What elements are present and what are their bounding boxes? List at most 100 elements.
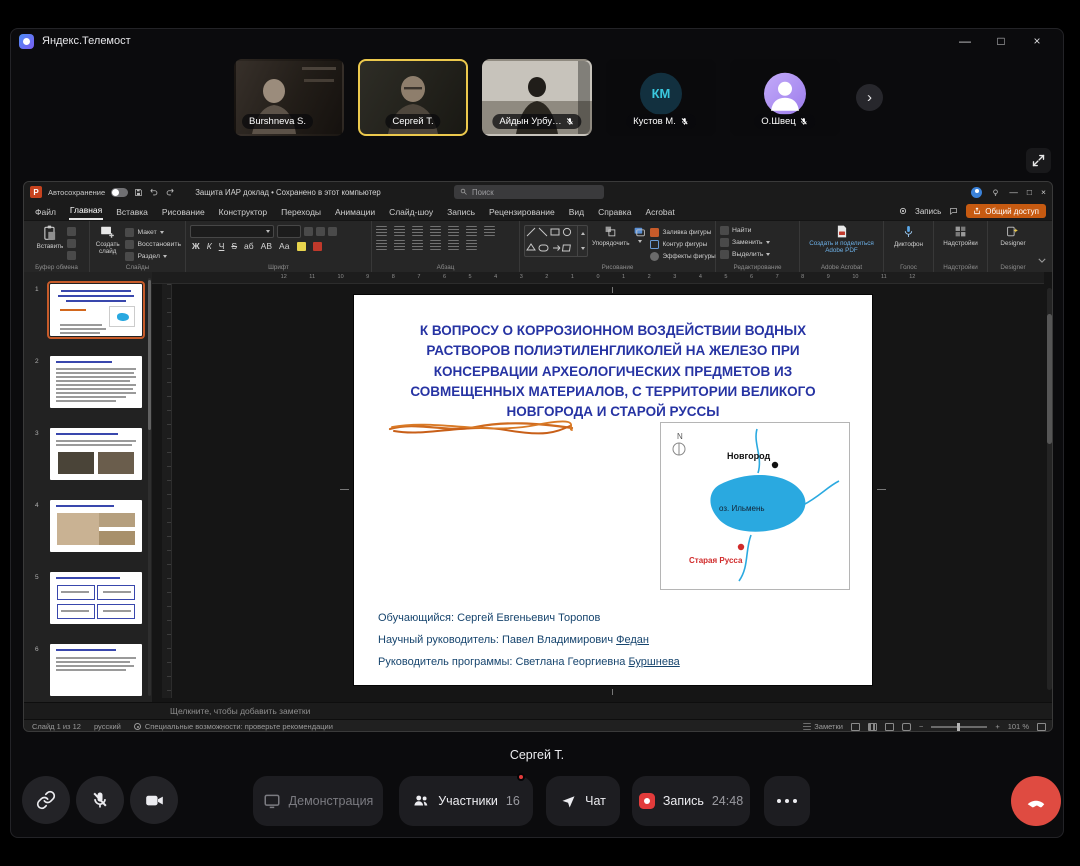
shape-effects-button[interactable]: Эффекты фигуры <box>650 251 715 262</box>
copy-icon[interactable] <box>67 239 76 248</box>
expand-share-button[interactable] <box>1026 148 1051 173</box>
shape-outline-button[interactable]: Контур фигуры <box>650 239 715 250</box>
camera-button[interactable] <box>130 776 178 824</box>
character-spacing-button[interactable]: АВ <box>261 241 272 251</box>
participant-tile[interactable]: Burshneva S. <box>234 59 344 136</box>
align-text-icon[interactable] <box>484 226 495 236</box>
tab-home[interactable]: Главная <box>69 202 103 220</box>
find-button[interactable]: Найти <box>720 225 751 236</box>
notes-pane[interactable]: Щелкните, чтобы добавить заметки <box>24 702 1053 719</box>
line-spacing-icon[interactable] <box>448 226 459 236</box>
underline-button[interactable]: Ч <box>219 241 225 251</box>
format-painter-icon[interactable] <box>67 251 76 260</box>
close-button[interactable]: × <box>1019 29 1055 53</box>
copy-link-button[interactable] <box>22 776 70 824</box>
italic-button[interactable]: К <box>207 241 212 251</box>
shape-fill-button[interactable]: Заливка фигуры <box>650 227 715 238</box>
participant-tile[interactable]: КМ Кустов М. <box>606 59 716 136</box>
zoom-in-button[interactable]: + <box>995 722 999 731</box>
maximize-button[interactable]: □ <box>983 29 1019 53</box>
menubar-record-button[interactable]: Запись <box>915 207 941 216</box>
highlight-color-button[interactable] <box>297 242 306 251</box>
tab-draw[interactable]: Рисование <box>161 204 206 220</box>
autosave-toggle[interactable] <box>111 188 128 197</box>
record-button[interactable]: Запись 24:48 <box>632 776 750 826</box>
tab-insert[interactable]: Вставка <box>115 204 149 220</box>
tab-slideshow[interactable]: Слайд-шоу <box>388 204 434 220</box>
zoom-slider[interactable] <box>931 726 987 728</box>
text-shadow-button[interactable]: аб <box>244 241 254 251</box>
microphone-button[interactable] <box>76 776 124 824</box>
screen-share-button[interactable]: Демонстрация <box>253 776 383 826</box>
minimize-button[interactable]: — <box>947 29 983 53</box>
next-participants-button[interactable]: › <box>856 84 883 111</box>
indent-increase-icon[interactable] <box>430 226 441 236</box>
fit-to-window-icon[interactable] <box>1037 723 1046 731</box>
smartart-convert-icon[interactable] <box>466 240 477 250</box>
zoom-out-button[interactable]: − <box>919 722 923 731</box>
participants-button[interactable]: Участники 16 <box>399 776 533 826</box>
align-right-icon[interactable] <box>412 240 423 250</box>
columns-icon[interactable] <box>448 240 459 250</box>
slide-thumbnail[interactable] <box>50 356 142 408</box>
tab-animations[interactable]: Анимации <box>334 204 376 220</box>
shapes-gallery[interactable] <box>524 225 588 257</box>
indent-decrease-icon[interactable] <box>412 226 423 236</box>
panel-scrollbar[interactable] <box>148 278 151 696</box>
layout-button[interactable]: Макет <box>125 227 181 238</box>
save-icon[interactable] <box>134 188 143 197</box>
paste-button[interactable]: Вставить <box>37 225 64 250</box>
addins-button[interactable]: Надстройки <box>943 225 978 247</box>
font-size-select[interactable] <box>277 225 301 238</box>
slide-sorter-view-icon[interactable] <box>868 723 877 731</box>
change-case-button[interactable]: Аа <box>279 241 290 251</box>
numbering-icon[interactable] <box>394 226 405 236</box>
bullets-icon[interactable] <box>376 226 387 236</box>
bold-button[interactable]: Ж <box>192 241 200 251</box>
clear-formatting-icon[interactable] <box>328 227 337 236</box>
slide-thumbnail[interactable] <box>50 500 142 552</box>
collapse-ribbon-icon[interactable] <box>1038 258 1046 263</box>
tab-help[interactable]: Справка <box>597 204 632 220</box>
search-input[interactable]: Поиск <box>454 185 604 199</box>
grow-font-icon[interactable] <box>304 227 313 236</box>
tab-file[interactable]: Файл <box>34 204 57 220</box>
tab-transitions[interactable]: Переходы <box>280 204 322 220</box>
slide-thumbnail[interactable] <box>50 284 142 336</box>
tab-design[interactable]: Конструктор <box>218 204 268 220</box>
new-slide-button[interactable]: Создать слайд <box>94 225 121 255</box>
align-center-icon[interactable] <box>394 240 405 250</box>
ppt-minimize-button[interactable]: — <box>1009 187 1018 197</box>
slide-thumbnail[interactable] <box>50 428 142 480</box>
participant-tile[interactable]: О.Швец <box>730 59 840 136</box>
lamp-icon[interactable] <box>991 188 1000 197</box>
ppt-close-button[interactable]: × <box>1041 187 1046 197</box>
accessibility-check[interactable]: Специальные возможности: проверьте реком… <box>134 722 333 731</box>
participant-tile-active-speaker[interactable]: Сергей Т. <box>358 59 468 136</box>
quick-styles-button[interactable] <box>633 225 646 243</box>
font-color-button[interactable] <box>313 242 322 251</box>
normal-view-icon[interactable] <box>851 723 860 731</box>
shrink-font-icon[interactable] <box>316 227 325 236</box>
zoom-level[interactable]: 101 % <box>1008 722 1029 731</box>
align-left-icon[interactable] <box>376 240 387 250</box>
slide-thumbnail[interactable] <box>50 644 142 696</box>
redo-icon[interactable] <box>165 187 175 197</box>
reset-button[interactable]: Восстановить <box>125 239 181 250</box>
strikethrough-button[interactable]: S <box>231 241 237 251</box>
tab-acrobat[interactable]: Acrobat <box>644 204 675 220</box>
create-pdf-button[interactable]: Создать и поделиться Adobe PDF <box>806 225 878 254</box>
chat-button[interactable]: Чат <box>546 776 620 826</box>
tab-record[interactable]: Запись <box>446 204 476 220</box>
comment-icon[interactable] <box>949 207 958 216</box>
section-button[interactable]: Раздел <box>125 251 181 262</box>
slide-canvas[interactable]: К ВОПРОСУ О КОРРОЗИОННОМ ВОЗДЕЙСТВИИ ВОД… <box>354 295 872 685</box>
tab-view[interactable]: Вид <box>568 204 585 220</box>
undo-icon[interactable] <box>149 187 159 197</box>
participant-tile[interactable]: Айдын Урбу… <box>482 59 592 136</box>
text-direction-icon[interactable] <box>466 226 477 236</box>
select-button[interactable]: Выделить <box>720 249 770 260</box>
notes-toggle[interactable]: Заметки <box>803 722 843 731</box>
more-options-button[interactable] <box>764 776 810 826</box>
slide-thumbnail[interactable] <box>50 572 142 624</box>
